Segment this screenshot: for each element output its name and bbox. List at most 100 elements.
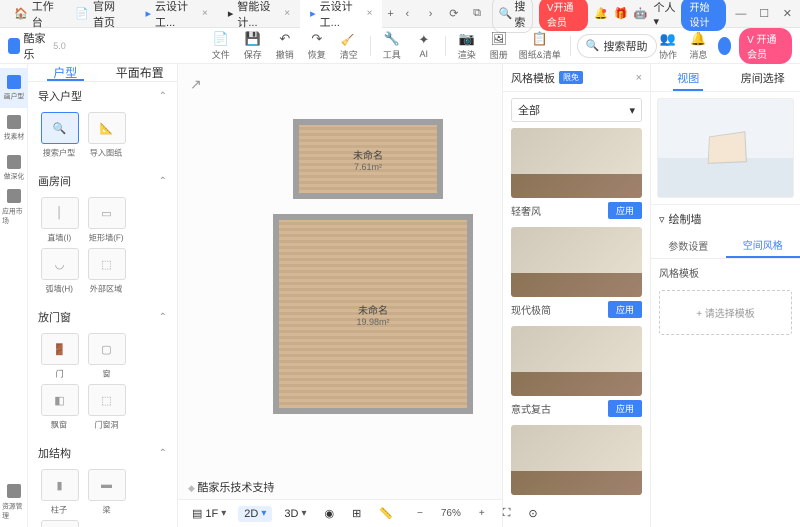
rail-resources[interactable]: 资源管理 xyxy=(0,483,28,523)
ruler-button[interactable]: 📏 xyxy=(373,505,399,522)
design-canvas[interactable]: ↗ 未命名 7.61m² 未命名 19.98m² ◆ 酷家乐技术支持 ▤1F ▾… xyxy=(178,64,502,527)
cell-door[interactable]: 🚪门 xyxy=(37,333,82,380)
help-search[interactable]: 🔍搜索帮助 xyxy=(577,34,657,58)
search-icon: 🔍 xyxy=(499,7,513,20)
tab-homepage[interactable]: 📄官网首页 xyxy=(65,0,135,34)
tab-cloud2[interactable]: ▸云设计工...× xyxy=(300,0,382,34)
zoom-out-button[interactable]: − xyxy=(411,506,429,521)
section-structure[interactable]: 加结构⌃ xyxy=(28,439,177,467)
render-button[interactable]: 📷渲染 xyxy=(452,30,482,62)
mode-3d-button[interactable]: 3D ▾ xyxy=(278,506,312,522)
room-2[interactable]: 未命名 19.98m² xyxy=(273,214,473,414)
cell-opening[interactable]: ⬚门窗洞 xyxy=(84,384,129,431)
coop-button[interactable]: 👥协作 xyxy=(657,30,679,62)
cell-beam[interactable]: ▬梁 xyxy=(84,469,129,516)
gift-icon[interactable]: 🎁 xyxy=(614,7,628,20)
nav-fwd-icon[interactable]: › xyxy=(422,2,439,26)
maximize-icon[interactable]: ☐ xyxy=(756,2,773,26)
rail-detail[interactable]: 做深化 xyxy=(0,148,28,188)
style-preview xyxy=(511,128,642,198)
tab-workspace[interactable]: 🏠工作台 xyxy=(4,0,65,34)
cell-straight-wall[interactable]: │直墙(I) xyxy=(37,197,82,244)
style-item-modern[interactable]: 现代极简应用 xyxy=(511,227,642,318)
apply-button[interactable]: 应用 xyxy=(608,202,642,219)
sub-tab-params[interactable]: 参数设置 xyxy=(651,233,726,258)
cell-arc-wall[interactable]: ◡弧墙(H) xyxy=(37,248,82,295)
gallery-icon: 🖼 xyxy=(491,31,507,47)
display-button[interactable]: ◉ xyxy=(318,505,340,522)
gallery-button[interactable]: 🖼图册 xyxy=(484,30,514,62)
section-doors[interactable]: 放门窗⌃ xyxy=(28,303,177,331)
tools-button[interactable]: 🔧工具 xyxy=(377,30,407,62)
fit-button[interactable]: ⛶ xyxy=(497,505,517,522)
layers-button[interactable]: ▤1F ▾ xyxy=(186,505,232,522)
tab-smart[interactable]: ▸智能设计...× xyxy=(218,0,300,34)
close-panel-icon[interactable]: × xyxy=(636,72,642,84)
tab-layout[interactable]: 平面布置 xyxy=(103,64,178,81)
ai-button[interactable]: ✦AI xyxy=(409,30,439,62)
rail-materials[interactable]: 找素材 xyxy=(0,108,28,148)
close-icon[interactable]: × xyxy=(202,8,208,19)
assistant-icon[interactable]: 🤖 xyxy=(634,7,648,20)
tab-cloud1[interactable]: ▸云设计工...× xyxy=(136,0,218,34)
compass-icon: ↗ xyxy=(190,76,202,93)
style-item-retro[interactable]: 意式复古应用 xyxy=(511,326,642,417)
minimize-icon[interactable]: — xyxy=(732,2,749,26)
cell-import-cad[interactable]: 📐导入图纸 xyxy=(84,112,129,159)
preview-3d[interactable] xyxy=(657,98,794,198)
choose-template-button[interactable]: + 请选择模板 xyxy=(659,290,792,335)
nav-back-icon[interactable]: ‹ xyxy=(399,2,416,26)
vip-badge[interactable]: V开通会员 xyxy=(539,0,589,31)
file-button[interactable]: 📄文件 xyxy=(206,30,236,62)
personal-menu[interactable]: 个人 ▾ xyxy=(654,0,676,28)
assistant-avatar-icon[interactable] xyxy=(718,37,731,55)
grid-button[interactable]: ⊞ xyxy=(346,505,367,522)
sub-tab-style[interactable]: 空间风格 xyxy=(726,233,800,258)
rail-market[interactable]: 应用市场 xyxy=(0,188,28,228)
close-icon[interactable]: × xyxy=(284,8,290,19)
tab-view[interactable]: 视图 xyxy=(651,64,726,91)
search-icon: 🔍 xyxy=(53,122,67,135)
style-preview xyxy=(511,326,642,396)
copy-icon[interactable]: ⧉ xyxy=(468,2,485,26)
target-button[interactable]: ⊙ xyxy=(522,505,543,522)
tab-room-select[interactable]: 房间选择 xyxy=(726,64,800,91)
cell-search-plan[interactable]: 🔍搜索户型 xyxy=(37,112,82,159)
cell-flue[interactable]: ▯烟道 xyxy=(37,520,82,527)
add-tab-button[interactable]: + xyxy=(382,4,398,24)
close-icon[interactable]: × xyxy=(367,8,373,19)
search-icon: 🔍 xyxy=(586,39,600,52)
cell-exterior[interactable]: ⬚外部区域 xyxy=(84,248,129,295)
member-button[interactable]: V 开通会员 xyxy=(739,28,792,64)
apply-button[interactable]: 应用 xyxy=(608,400,642,417)
zoom-value: 76% xyxy=(435,506,467,521)
close-window-icon[interactable]: ✕ xyxy=(779,2,796,26)
rail-floorplan[interactable]: 画户型 xyxy=(0,68,28,108)
refresh-icon[interactable]: ⟳ xyxy=(445,2,462,26)
apply-button[interactable]: 应用 xyxy=(608,301,642,318)
notification-icon[interactable]: 🔔 xyxy=(594,7,608,20)
start-design-button[interactable]: 开始设计 xyxy=(681,0,726,31)
cell-window[interactable]: ▢窗 xyxy=(84,333,129,380)
main-toolbar: 📄文件 💾保存 ↶撤销 ↷恢复 🧹清空 🔧工具 ✦AI 📷渲染 🖼图册 📋图纸&… xyxy=(206,30,657,62)
style-item-luxury[interactable]: 轻奢风应用 xyxy=(511,128,642,219)
cell-bay-window[interactable]: ◧飘窗 xyxy=(37,384,82,431)
msg-button[interactable]: 🔔消息 xyxy=(687,30,709,62)
save-button[interactable]: 💾保存 xyxy=(238,30,268,62)
cell-column[interactable]: ▮柱子 xyxy=(37,469,82,516)
mode-2d-button[interactable]: 2D ▾ xyxy=(238,506,272,522)
section-import[interactable]: 导入户型⌃ xyxy=(28,82,177,110)
category-dropdown[interactable]: 全部▾ xyxy=(511,98,642,122)
undo-button[interactable]: ↶撤销 xyxy=(270,30,300,62)
room-1[interactable]: 未命名 7.61m² xyxy=(293,119,443,199)
tab-floorplan[interactable]: 户型 xyxy=(28,64,103,81)
zoom-in-button[interactable]: + xyxy=(473,506,491,521)
style-preview xyxy=(511,425,642,495)
cell-rect-wall[interactable]: ▭矩形墙(F) xyxy=(84,197,129,244)
clear-button[interactable]: 🧹清空 xyxy=(334,30,364,62)
drawings-button[interactable]: 📋图纸&清单 xyxy=(516,30,564,62)
target-icon: ⊙ xyxy=(528,507,537,520)
redo-button[interactable]: ↷恢复 xyxy=(302,30,332,62)
section-draw-room[interactable]: 画房间⌃ xyxy=(28,167,177,195)
style-item-extra[interactable] xyxy=(511,425,642,495)
